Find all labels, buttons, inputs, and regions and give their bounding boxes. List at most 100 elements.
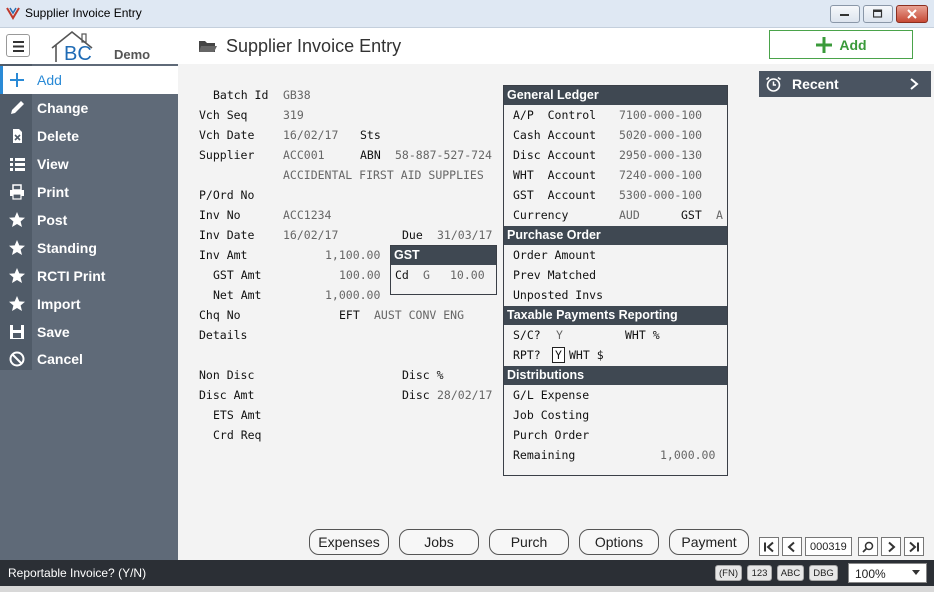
star-icon bbox=[9, 240, 25, 255]
search-record-button[interactable] bbox=[858, 537, 878, 556]
star-icon bbox=[9, 296, 25, 311]
gl-row-label: Disc Account bbox=[513, 148, 597, 162]
fn-badge[interactable]: (FN) bbox=[715, 565, 742, 581]
currency-value[interactable]: AUD bbox=[619, 208, 640, 222]
purch-button[interactable]: Purch bbox=[489, 529, 569, 555]
gst-cd-label: Cd bbox=[395, 268, 409, 282]
caps-lock-badge[interactable]: ABC bbox=[777, 565, 804, 581]
sidebar-item-post[interactable]: Post bbox=[0, 206, 178, 234]
next-record-button[interactable] bbox=[881, 537, 901, 556]
gst-amt-field[interactable]: 100.00 bbox=[339, 268, 381, 282]
maximize-button[interactable] bbox=[863, 5, 893, 23]
payment-label: Payment bbox=[681, 534, 737, 550]
gst-cd-value[interactable]: G bbox=[423, 268, 430, 282]
gl-row-value[interactable]: 5300-000-100 bbox=[619, 188, 702, 202]
sidebar-item-rcti-print[interactable]: RCTI Print bbox=[0, 262, 178, 290]
sidebar-item-label: Import bbox=[37, 296, 81, 312]
due-label: Due bbox=[402, 228, 423, 242]
gl-row-value[interactable]: 2950-000-130 bbox=[619, 148, 702, 162]
star-icon bbox=[9, 212, 25, 227]
sidebar-item-change[interactable]: Change bbox=[0, 94, 178, 122]
add-button[interactable]: Add bbox=[769, 30, 913, 59]
general-ledger-title: General Ledger bbox=[504, 86, 727, 105]
eft-value: AUST CONV ENG bbox=[374, 308, 465, 322]
add-button-label: Add bbox=[839, 36, 867, 53]
list-icon bbox=[10, 158, 25, 171]
taxable-payments-title: Taxable Payments Reporting bbox=[504, 306, 727, 325]
first-page-icon bbox=[764, 541, 774, 552]
batch-id-value[interactable]: GB38 bbox=[283, 88, 311, 102]
close-button[interactable] bbox=[896, 5, 928, 23]
delete-icon bbox=[13, 129, 22, 143]
search-icon bbox=[862, 541, 874, 553]
purch-label: Purch bbox=[510, 534, 548, 550]
crd-req-label: Crd Req bbox=[213, 428, 262, 442]
inv-date-field[interactable]: 16/02/17 bbox=[283, 228, 338, 242]
sidebar-item-label: Save bbox=[37, 324, 70, 340]
jobs-button[interactable]: Jobs bbox=[399, 529, 479, 555]
supplier-code-field[interactable]: ACC001 bbox=[283, 148, 325, 162]
sidebar-item-print[interactable]: Print bbox=[0, 178, 178, 206]
folder-open-icon bbox=[199, 41, 217, 52]
options-button[interactable]: Options bbox=[579, 529, 659, 555]
debug-badge[interactable]: DBG bbox=[809, 565, 838, 581]
first-record-button[interactable] bbox=[759, 537, 779, 556]
disc-date-field[interactable]: 28/02/17 bbox=[437, 388, 492, 402]
sidebar-item-delete[interactable]: Delete bbox=[0, 122, 178, 150]
close-icon bbox=[907, 9, 917, 19]
hamburger-icon bbox=[13, 41, 24, 52]
save-icon bbox=[10, 325, 24, 339]
gl-gst-value[interactable]: A bbox=[716, 208, 723, 222]
sidebar-item-add[interactable]: Add bbox=[0, 66, 178, 94]
chevron-down-icon bbox=[912, 570, 920, 575]
disc-pct-label: Disc % bbox=[402, 368, 444, 382]
menu-button[interactable] bbox=[6, 34, 30, 57]
gl-row-value[interactable]: 7100-000-100 bbox=[619, 108, 702, 122]
sidebar-item-import[interactable]: Import bbox=[0, 290, 178, 318]
previous-record-button[interactable] bbox=[782, 537, 802, 556]
wht-dollar-label: WHT $ bbox=[569, 348, 604, 362]
gst-amount-value: 10.00 bbox=[450, 268, 485, 282]
sidebar-item-view[interactable]: View bbox=[0, 150, 178, 178]
chq-no-label: Chq No bbox=[199, 308, 241, 322]
disc-amt-label: Disc Amt bbox=[199, 388, 255, 402]
sidebar-item-save[interactable]: Save bbox=[0, 318, 178, 346]
app-header: BC Demo Supplier Invoice Entry Add bbox=[0, 28, 934, 64]
sidebar-item-label: View bbox=[37, 156, 69, 172]
sc-value[interactable]: Y bbox=[556, 328, 563, 342]
vch-date-value[interactable]: 16/02/17 bbox=[283, 128, 338, 142]
gl-row-value[interactable]: 7240-000-100 bbox=[619, 168, 702, 182]
demo-label: Demo bbox=[114, 47, 151, 62]
minimize-icon bbox=[840, 14, 849, 16]
wht-pct-label: WHT % bbox=[625, 328, 660, 342]
payment-button[interactable]: Payment bbox=[669, 529, 749, 555]
vch-seq-label: Vch Seq bbox=[199, 108, 248, 122]
zoom-value: 100% bbox=[855, 567, 886, 581]
alarm-clock-icon bbox=[766, 76, 781, 92]
vch-seq-value[interactable]: 319 bbox=[283, 108, 304, 122]
inv-amt-field[interactable]: 1,100.00 bbox=[325, 248, 380, 262]
num-lock-badge[interactable]: 123 bbox=[747, 565, 772, 581]
inv-amt-label: Inv Amt bbox=[199, 248, 248, 262]
inv-date-label: Inv Date bbox=[199, 228, 255, 242]
ets-amt-label: ETS Amt bbox=[213, 408, 262, 422]
dist-row-label: G/L Expense bbox=[513, 388, 590, 402]
remaining-value: 1,000.00 bbox=[660, 448, 716, 462]
recent-label: Recent bbox=[792, 76, 839, 92]
expenses-button[interactable]: Expenses bbox=[309, 529, 389, 555]
sidebar-item-label: Change bbox=[37, 100, 89, 116]
recent-button[interactable]: Recent bbox=[759, 71, 931, 97]
sidebar-item-standing[interactable]: Standing bbox=[0, 234, 178, 262]
sidebar-item-label: Cancel bbox=[37, 351, 83, 367]
record-number-field[interactable]: 000319 bbox=[805, 537, 852, 556]
rpt-input[interactable]: Y bbox=[552, 347, 565, 363]
due-date-field[interactable]: 31/03/17 bbox=[437, 228, 492, 242]
inv-no-field[interactable]: ACC1234 bbox=[283, 208, 331, 222]
zoom-select[interactable]: 100% bbox=[848, 563, 927, 583]
minimize-button[interactable] bbox=[830, 5, 860, 23]
sidebar-item-cancel[interactable]: Cancel bbox=[0, 345, 178, 373]
gl-row-value[interactable]: 5020-000-100 bbox=[619, 128, 702, 142]
net-amt-field[interactable]: 1,000.00 bbox=[325, 288, 380, 302]
last-record-button[interactable] bbox=[904, 537, 924, 556]
chevron-right-icon bbox=[910, 78, 919, 90]
